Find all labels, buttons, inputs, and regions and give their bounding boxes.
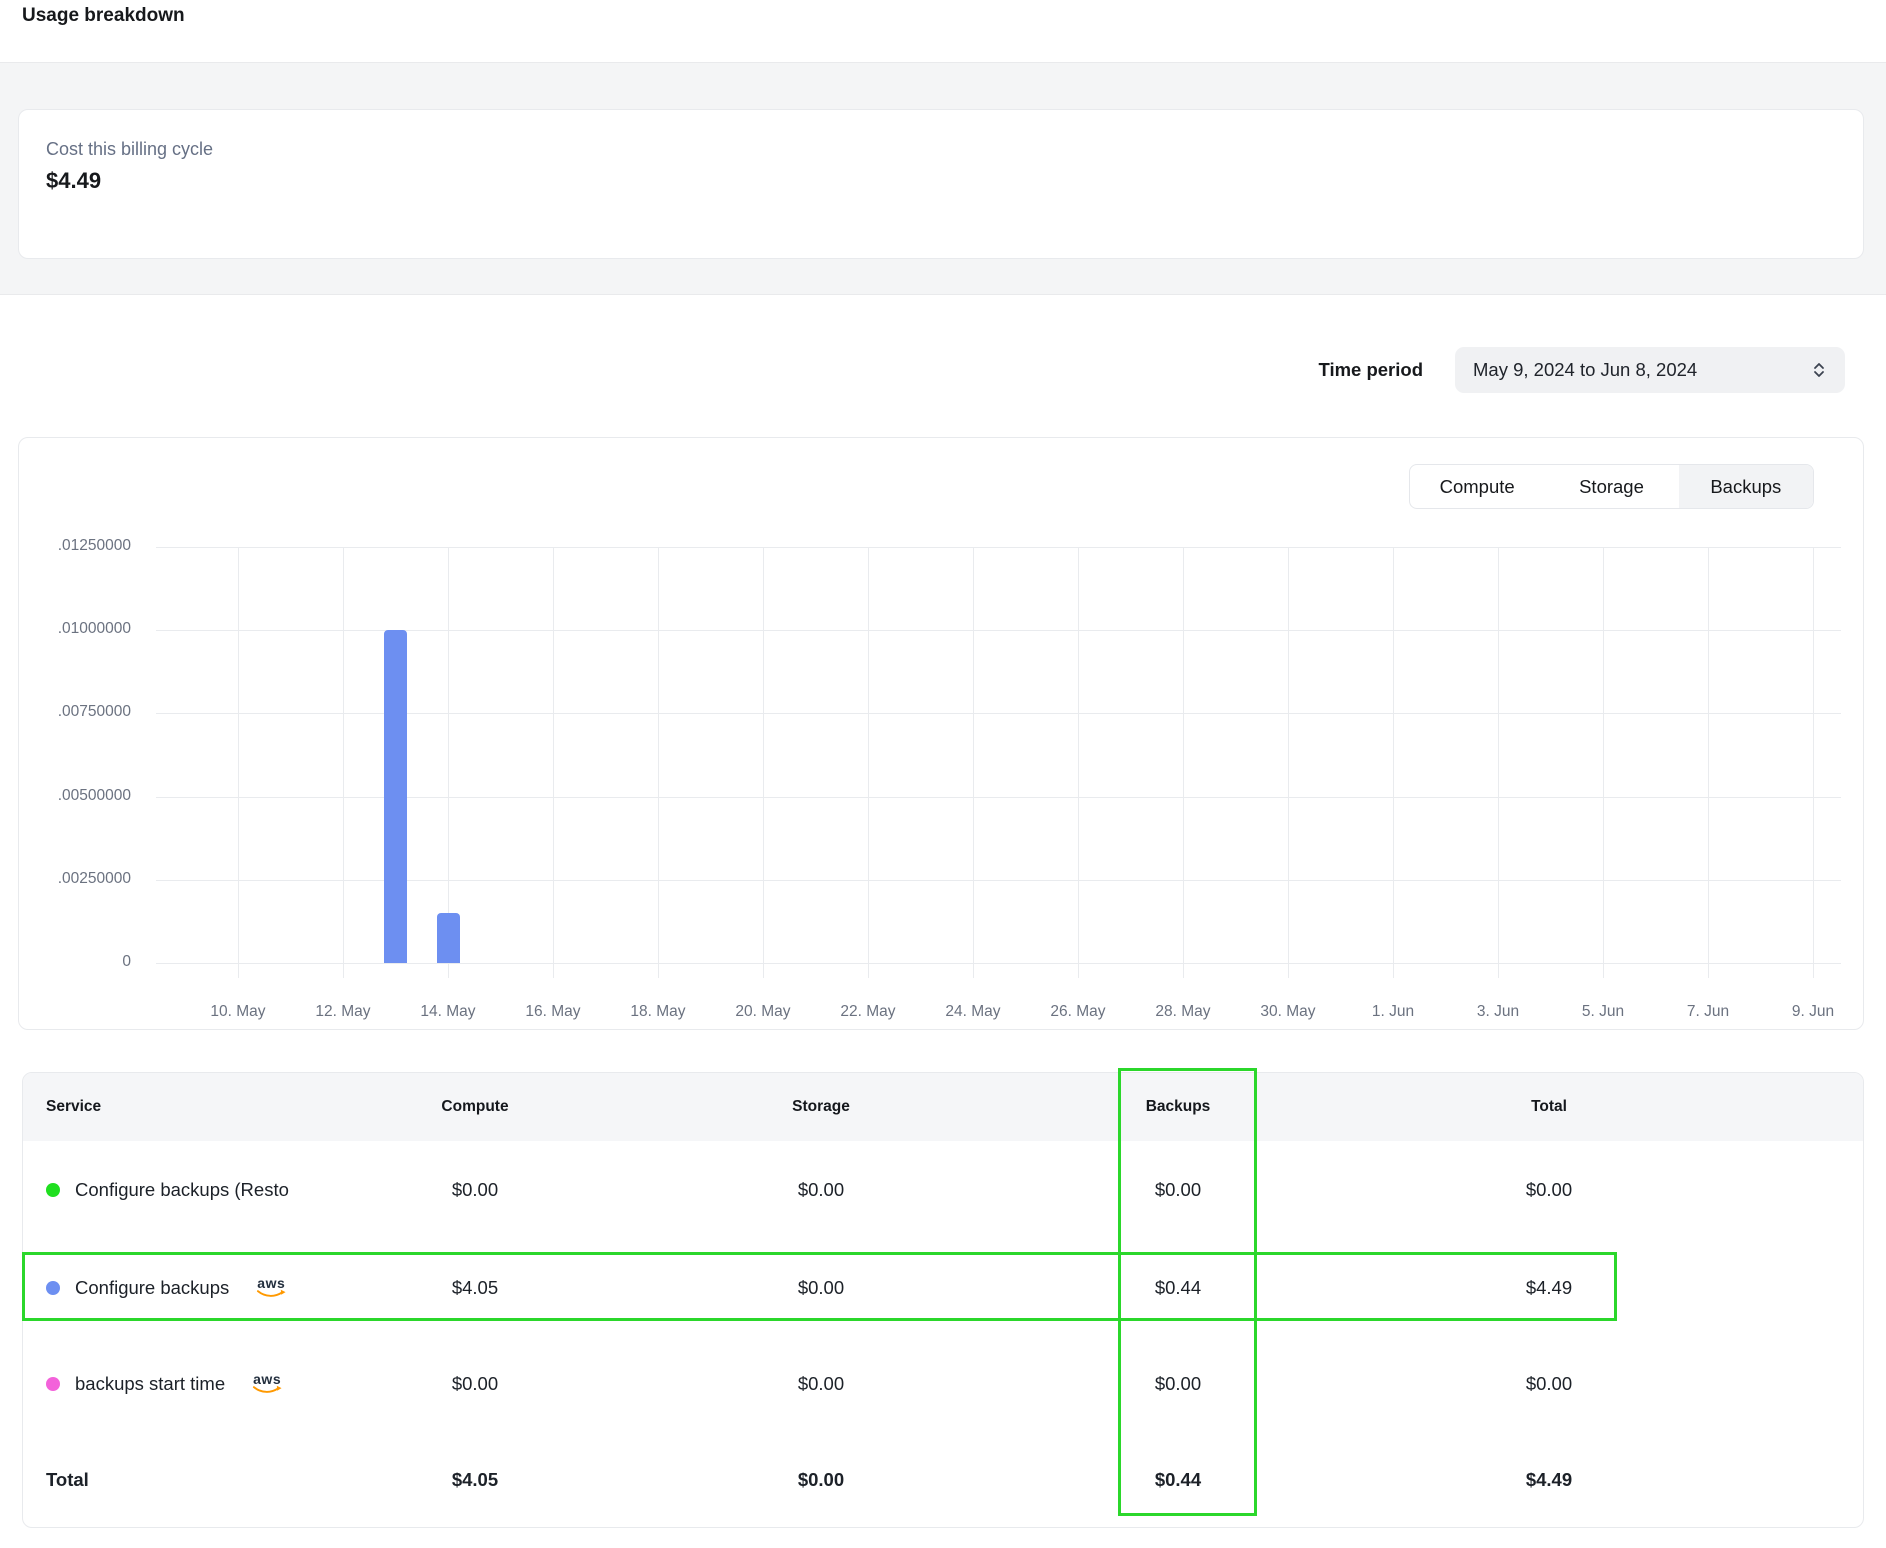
cell-storage: $0.00 [583, 1431, 1059, 1528]
service-name: Total [46, 1469, 89, 1491]
service-dot [46, 1183, 60, 1197]
x-axis-tick: 20. May [718, 1003, 808, 1021]
table-row: backups start timeaws$0.00$0.00$0.00$0.0… [23, 1337, 1863, 1431]
x-axis-tick: 10. May [193, 1003, 283, 1021]
gridline-vertical [1288, 547, 1289, 978]
gridline-vertical [658, 547, 659, 978]
time-period-label: Time period [1318, 359, 1423, 381]
column-header-total: Total [1297, 1073, 1801, 1141]
page-title: Usage breakdown [22, 5, 185, 27]
x-axis-tick: 12. May [298, 1003, 388, 1021]
table-total-row: Total$4.05$0.00$0.44$4.49 [23, 1431, 1863, 1528]
x-axis-tick: 14. May [403, 1003, 493, 1021]
x-axis-tick: 16. May [508, 1003, 598, 1021]
x-axis-tick: 22. May [823, 1003, 913, 1021]
y-axis-tick: .00250000 [19, 870, 131, 888]
x-axis-tick: 18. May [613, 1003, 703, 1021]
aws-icon: aws [252, 1374, 282, 1394]
gridline-vertical [1393, 547, 1394, 978]
column-header-service: Service [46, 1073, 346, 1141]
gridline-vertical [763, 547, 764, 978]
gridline-horizontal [156, 547, 1841, 548]
service-name: backups start time [75, 1373, 225, 1395]
table-row: Configure backupsaws$4.05$0.00$0.44$4.49 [23, 1239, 1863, 1337]
time-period-select[interactable]: May 9, 2024 to Jun 8, 2024 [1455, 347, 1845, 393]
cell-service: backups start time aws [23, 1337, 346, 1431]
service-dot [46, 1281, 60, 1295]
cell-total: $4.49 [1297, 1239, 1801, 1337]
time-period-row: Time period May 9, 2024 to Jun 8, 2024 [1318, 347, 1845, 393]
gridline-vertical [238, 547, 239, 978]
bar-14-may [437, 913, 460, 963]
time-period-value: May 9, 2024 to Jun 8, 2024 [1473, 359, 1811, 381]
bar-13-may [384, 630, 407, 963]
gridline-vertical [1498, 547, 1499, 978]
y-axis-tick: .00500000 [19, 787, 131, 805]
y-axis-tick: .01250000 [19, 537, 131, 555]
gridline-horizontal [156, 630, 1841, 631]
updown-chevron-icon [1811, 361, 1827, 379]
x-axis-tick: 3. Jun [1453, 1003, 1543, 1021]
gridline-horizontal [156, 880, 1841, 881]
summary-band: Cost this billing cycle $4.49 [0, 62, 1886, 295]
x-axis-tick: 28. May [1138, 1003, 1228, 1021]
gridline-horizontal [156, 963, 1841, 964]
service-name: Configure backups [75, 1277, 229, 1299]
x-axis-tick: 26. May [1033, 1003, 1123, 1021]
x-axis-tick: 5. Jun [1558, 1003, 1648, 1021]
cell-service: Configure backups aws [23, 1239, 346, 1337]
gridline-vertical [553, 547, 554, 978]
usage-chart-card: ComputeStorageBackups .01250000 .01000000… [18, 437, 1864, 1030]
cell-service: Configure backups (Resto [23, 1141, 346, 1239]
service-dot [46, 1377, 60, 1391]
y-axis-tick: 0 [19, 953, 131, 971]
cell-service: Total [23, 1431, 346, 1528]
y-axis-tick: .01000000 [19, 620, 131, 638]
y-axis-tick: .00750000 [19, 703, 131, 721]
x-axis-tick: 7. Jun [1663, 1003, 1753, 1021]
gridline-vertical [868, 547, 869, 978]
cell-total: $4.49 [1297, 1431, 1801, 1528]
cell-storage: $0.00 [583, 1141, 1059, 1239]
cell-backups: $0.44 [1059, 1431, 1297, 1528]
table-row: Configure backups (Resto$0.00$0.00$0.00$… [23, 1141, 1863, 1239]
cell-backups: $0.44 [1059, 1239, 1297, 1337]
tab-storage[interactable]: Storage [1544, 465, 1678, 508]
gridline-horizontal [156, 797, 1841, 798]
billing-cycle-label: Cost this billing cycle [46, 136, 1836, 162]
chart-tab-group: ComputeStorageBackups [1409, 464, 1814, 509]
column-header-backups: Backups [1059, 1073, 1297, 1141]
table-body: Configure backups (Resto$0.00$0.00$0.00$… [23, 1141, 1863, 1528]
gridline-vertical [1708, 547, 1709, 978]
tab-compute[interactable]: Compute [1410, 465, 1544, 508]
gridline-vertical [973, 547, 974, 978]
x-axis-tick: 9. Jun [1768, 1003, 1858, 1021]
aws-icon: aws [256, 1278, 286, 1298]
cell-total: $0.00 [1297, 1141, 1801, 1239]
x-axis-tick: 24. May [928, 1003, 1018, 1021]
gridline-vertical [1603, 547, 1604, 978]
cell-storage: $0.00 [583, 1337, 1059, 1431]
billing-cycle-card: Cost this billing cycle $4.49 [18, 109, 1864, 259]
gridline-horizontal [156, 713, 1841, 714]
gridline-vertical [1078, 547, 1079, 978]
service-name: Configure backups (Resto [75, 1179, 289, 1201]
cell-backups: $0.00 [1059, 1337, 1297, 1431]
gridline-vertical [1813, 547, 1814, 978]
usage-table: ServiceComputeStorageBackupsTotal Config… [22, 1072, 1864, 1528]
cell-storage: $0.00 [583, 1239, 1059, 1337]
column-header-storage: Storage [583, 1073, 1059, 1141]
cell-total: $0.00 [1297, 1337, 1801, 1431]
x-axis-tick: 1. Jun [1348, 1003, 1438, 1021]
gridline-vertical [343, 547, 344, 978]
tab-backups[interactable]: Backups [1679, 465, 1813, 508]
chart-plot-area [156, 547, 1841, 963]
table-header-row: ServiceComputeStorageBackupsTotal [23, 1073, 1863, 1141]
gridline-vertical [1183, 547, 1184, 978]
billing-cycle-value: $4.49 [46, 168, 1836, 194]
x-axis-tick: 30. May [1243, 1003, 1333, 1021]
cell-backups: $0.00 [1059, 1141, 1297, 1239]
